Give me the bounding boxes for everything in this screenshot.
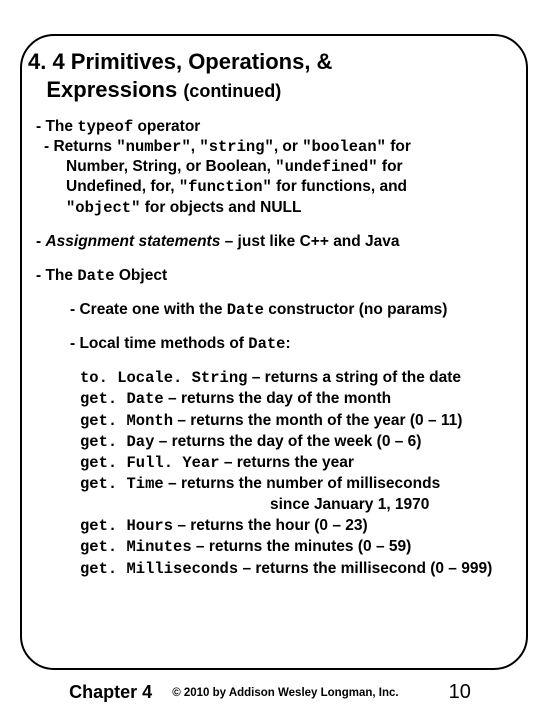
text: - Local time methods of xyxy=(70,335,248,352)
text: – returns the minutes (0 – 59) xyxy=(192,538,412,555)
list-item: get. Hours – returns the hour (0 – 23) xyxy=(80,516,530,536)
text: for xyxy=(386,138,411,155)
code: get. Time xyxy=(80,475,164,493)
page-number: 10 xyxy=(449,681,471,704)
code: get. Full. Year xyxy=(80,454,220,472)
code: "undefined" xyxy=(275,158,377,176)
text: - The xyxy=(36,118,77,135)
date-create: - Create one with the Date constructor (… xyxy=(70,300,530,320)
list-item: get. Milliseconds – returns the millisec… xyxy=(80,559,530,579)
text: Undefined, for, xyxy=(66,178,179,195)
text: Number, String, or Boolean, xyxy=(66,158,275,175)
text: Object xyxy=(115,267,168,284)
text: – returns the number of milliseconds xyxy=(164,475,440,492)
copyright-text: © 2010 by Addison Wesley Longman, Inc. xyxy=(172,687,398,699)
typeof-block: - The typeof operator - Returns "number"… xyxy=(36,117,530,218)
slide-content: 4. 4 Primitives, Operations, & Expressio… xyxy=(28,48,530,660)
date-methods-header: - Local time methods of Date: xyxy=(70,334,530,354)
title-line2a: Expressions xyxy=(46,77,177,102)
code: "boolean" xyxy=(302,138,386,156)
list-item: get. Day – returns the day of the week (… xyxy=(80,432,530,452)
list-item: get. Minutes – returns the minutes (0 – … xyxy=(80,537,530,557)
date-methods-list: to. Locale. String – returns a string of… xyxy=(80,368,530,578)
list-item-continuation: since January 1, 1970 xyxy=(270,495,530,515)
title-line1: 4. 4 Primitives, Operations, & xyxy=(28,49,332,74)
text: constructor (no params) xyxy=(264,301,447,318)
assignment-block: - Assignment statements – just like C++ … xyxy=(36,232,530,252)
text: since January 1, 1970 xyxy=(270,496,429,513)
code: "object" xyxy=(66,199,140,217)
text: – returns the day of the month xyxy=(164,390,391,407)
text: - Returns xyxy=(44,138,116,155)
italic-text: Assignment statements xyxy=(45,233,220,250)
list-item: get. Full. Year – returns the year xyxy=(80,453,530,473)
text: for xyxy=(378,158,403,175)
code: "function" xyxy=(179,178,272,196)
list-item: get. Time – returns the number of millis… xyxy=(80,474,530,494)
code: Date xyxy=(77,267,114,285)
slide-title: 4. 4 Primitives, Operations, & Expressio… xyxy=(28,48,530,103)
code: Date xyxy=(248,335,285,353)
code: get. Minutes xyxy=(80,538,192,556)
code: get. Milliseconds xyxy=(80,560,238,578)
code: to. Locale. String xyxy=(80,369,247,387)
code: "string" xyxy=(199,138,273,156)
text: for objects and NULL xyxy=(140,199,301,216)
code: get. Hours xyxy=(80,517,173,535)
text: – just like C++ and Java xyxy=(220,233,399,250)
slide-footer: Chapter 4 © 2010 by Addison Wesley Longm… xyxy=(0,681,540,704)
slide-page: 4. 4 Primitives, Operations, & Expressio… xyxy=(0,0,540,720)
text: – returns a string of the date xyxy=(247,369,461,386)
code: typeof xyxy=(77,118,133,136)
list-item: get. Month – returns the month of the ye… xyxy=(80,411,530,431)
title-continued: (continued) xyxy=(183,81,281,101)
date-heading: - The Date Object xyxy=(36,266,530,286)
code: get. Month xyxy=(80,412,173,430)
text: – returns the day of the week (0 – 6) xyxy=(154,433,421,450)
code: get. Day xyxy=(80,433,154,451)
code: Date xyxy=(227,301,264,319)
chapter-label: Chapter 4 xyxy=(69,682,152,703)
code: "number" xyxy=(116,138,190,156)
code: get. Date xyxy=(80,390,164,408)
text: – returns the hour (0 – 23) xyxy=(173,517,368,534)
list-item: get. Date – returns the day of the month xyxy=(80,389,530,409)
text: – returns the millisecond (0 – 999) xyxy=(238,560,492,577)
list-item: to. Locale. String – returns a string of… xyxy=(80,368,530,388)
text: – returns the year xyxy=(220,454,354,471)
text: - The xyxy=(36,267,77,284)
text: operator xyxy=(133,118,200,135)
text: – returns the month of the year (0 – 11) xyxy=(173,412,462,429)
text: , or xyxy=(274,138,302,155)
text: for functions, and xyxy=(272,178,407,195)
text: - Create one with the xyxy=(70,301,227,318)
text: : xyxy=(285,335,290,352)
